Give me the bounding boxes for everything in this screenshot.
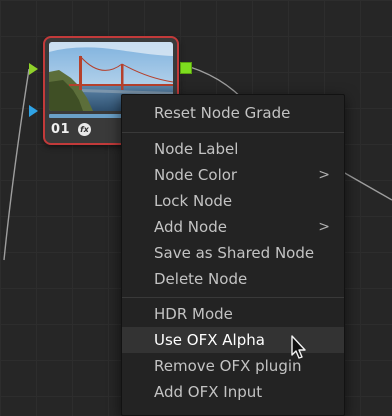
menu-item-use-ofx-alpha[interactable]: Use OFX Alpha	[122, 327, 344, 353]
fx-badge-icon: fx	[78, 123, 91, 136]
menu-item-node-color[interactable]: Node Color >	[122, 162, 344, 188]
menu-item-hdr-mode[interactable]: HDR Mode	[122, 301, 344, 327]
menu-item-remove-ofx-plugin[interactable]: Remove OFX plugin	[122, 353, 344, 379]
menu-item-label: Use OFX Alpha	[154, 331, 265, 349]
chevron-right-icon: >	[318, 219, 330, 235]
menu-item-lock-node[interactable]: Lock Node	[122, 188, 344, 214]
menu-item-label: HDR Mode	[154, 305, 233, 323]
menu-item-label: Save as Shared Node	[154, 244, 315, 262]
menu-item-save-as-shared-node[interactable]: Save as Shared Node	[122, 240, 344, 266]
menu-item-label: Add Node	[154, 218, 227, 236]
menu-item-delete-node[interactable]: Delete Node	[122, 266, 344, 292]
menu-item-add-ofx-input[interactable]: Add OFX Input	[122, 379, 344, 405]
menu-item-label: Node Label	[154, 140, 239, 158]
chevron-right-icon: >	[318, 167, 330, 183]
menu-item-label: Remove OFX plugin	[154, 357, 302, 375]
pointer-cursor-icon	[291, 335, 306, 359]
menu-item-label: Reset Node Grade	[154, 104, 291, 122]
rgb-output-port-icon[interactable]	[180, 62, 192, 74]
node-context-menu: Reset Node Grade Node Label Node Color >…	[121, 94, 345, 416]
menu-item-label: Lock Node	[154, 192, 233, 210]
node-number: 01	[51, 122, 71, 137]
alpha-input-port-icon[interactable]	[29, 105, 38, 117]
menu-item-reset-node-grade[interactable]: Reset Node Grade	[122, 100, 344, 126]
node-editor-canvas[interactable]: 01 fx Reset Node Grade Node Label Node C…	[0, 0, 392, 416]
menu-separator	[122, 297, 344, 298]
menu-item-label: Delete Node	[154, 270, 248, 288]
rgb-input-port-icon[interactable]	[29, 63, 38, 75]
menu-item-node-label[interactable]: Node Label	[122, 136, 344, 162]
menu-item-add-node[interactable]: Add Node >	[122, 214, 344, 240]
menu-separator	[122, 132, 344, 133]
menu-item-label: Add OFX Input	[154, 383, 263, 401]
menu-item-label: Node Color	[154, 166, 238, 184]
